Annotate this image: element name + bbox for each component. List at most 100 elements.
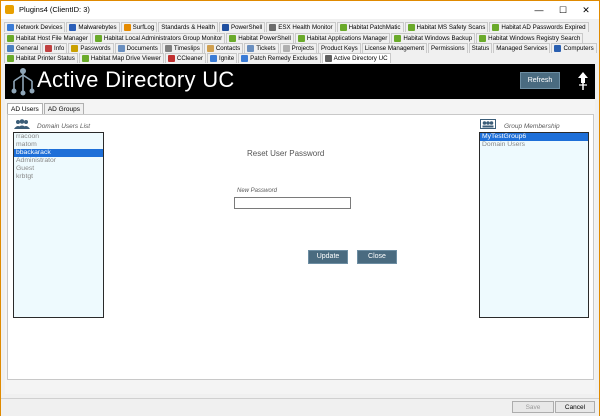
tab-active-directory-uc[interactable]: Active Directory UC	[321, 53, 391, 63]
user-list-item[interactable]: rracoon	[14, 133, 103, 141]
tab-habitat-printer-status[interactable]: Habitat Printer Status	[4, 53, 78, 63]
document-icon	[117, 45, 125, 52]
new-password-label: New Password	[237, 188, 278, 194]
general-icon	[7, 45, 14, 52]
tab-timeslips[interactable]: Timeslips	[161, 43, 203, 53]
tab-habitat-ms-safety-scans[interactable]: Habitat MS Safety Scans	[404, 22, 489, 32]
habitat-icon	[94, 35, 102, 42]
habitat-icon	[394, 35, 402, 42]
tab-habitat-map-drive-viewer[interactable]: Habitat Map Drive Viewer	[78, 53, 164, 63]
habitat-icon	[339, 24, 347, 31]
tab-habitat-windows-backup[interactable]: Habitat Windows Backup	[391, 33, 476, 43]
tab-habitat-host-file-manager[interactable]: Habitat Host File Manager	[4, 33, 91, 43]
malwarebytes-icon	[69, 24, 77, 31]
powershell-icon	[221, 24, 229, 31]
tab-documents[interactable]: Documents	[114, 43, 161, 53]
tab-esx-health-monitor[interactable]: ESX Health Monitor	[266, 22, 336, 32]
tab-license-management[interactable]: License Management	[361, 43, 427, 53]
group-list-item-selected[interactable]: MyTestGroup6	[480, 133, 588, 141]
user-list-item[interactable]: krbtgt	[14, 173, 103, 181]
user-list-item[interactable]: Guest	[14, 165, 103, 173]
patch-icon	[241, 55, 249, 62]
habitat-icon	[81, 55, 89, 62]
habitat-icon	[297, 35, 305, 42]
user-list-item[interactable]: Administrator	[14, 157, 103, 165]
tab-ccleaner[interactable]: CCleaner	[164, 53, 206, 63]
network-icon	[7, 24, 14, 31]
habitat-icon	[407, 24, 415, 31]
esx-icon	[269, 24, 277, 31]
plugin-tab-row-1: Network Devices Malwarebytes SurfLog Sta…	[4, 22, 590, 32]
dialog-footer: Save Cancel	[1, 398, 599, 416]
tab-passwords[interactable]: Passwords	[68, 43, 114, 53]
tab-powershell[interactable]: PowerShell	[218, 22, 266, 32]
tab-malwarebytes[interactable]: Malwarebytes	[66, 22, 120, 32]
user-list-item[interactable]: matom	[14, 141, 103, 149]
habitat-icon	[479, 35, 487, 42]
tab-patch-remedy-excludes[interactable]: Patch Remedy Excludes	[238, 53, 321, 63]
info-icon	[45, 45, 53, 52]
tab-managed-services[interactable]: Managed Services	[493, 43, 551, 53]
tab-habitat-applications-manager[interactable]: Habitat Applications Manager	[294, 33, 391, 43]
tab-permissions[interactable]: Permissions	[427, 43, 468, 53]
save-button[interactable]: Save	[512, 401, 554, 413]
title-bar: Plugins4 (ClientID: 3) — ☐ ✕	[1, 1, 599, 19]
maximize-button[interactable]: ☐	[552, 2, 574, 18]
tab-network-devices[interactable]: Network Devices	[4, 22, 66, 32]
habitat-icon	[7, 55, 14, 62]
clock-icon	[164, 45, 172, 52]
tab-habitat-powershell[interactable]: Habitat PowerShell	[226, 33, 294, 43]
group-list-item[interactable]: Domain Users	[480, 141, 588, 149]
key-icon	[71, 45, 79, 52]
surflog-icon	[123, 24, 131, 31]
tab-general[interactable]: General	[4, 43, 42, 53]
ignite-icon	[210, 55, 217, 62]
domain-users-label: Domain Users List	[37, 123, 91, 130]
group-membership-label: Group Membership	[504, 123, 560, 130]
plugin-title: Active Directory UC	[37, 67, 235, 92]
tab-computers[interactable]: Computers	[551, 43, 597, 53]
close-window-button[interactable]: ✕	[575, 2, 597, 18]
tab-habitat-patchmatic[interactable]: Habitat PatchMatic	[336, 22, 404, 32]
close-button[interactable]: Close	[357, 250, 397, 264]
update-button[interactable]: Update	[308, 250, 348, 264]
tab-info[interactable]: Info	[42, 43, 68, 53]
group-card-icon	[480, 119, 496, 129]
plugin-tab-row-2: Habitat Host File Manager Habitat Local …	[4, 33, 584, 43]
tab-surflog[interactable]: SurfLog	[120, 22, 158, 32]
cancel-button[interactable]: Cancel	[555, 401, 595, 413]
tab-contacts[interactable]: Contacts	[203, 43, 244, 53]
plugin-banner: Active Directory UC Refresh	[5, 64, 595, 99]
domain-users-list[interactable]: rracoon matom bbackarack Administrator G…	[13, 132, 104, 318]
tab-ignite[interactable]: Ignite	[207, 53, 238, 63]
group-membership-list[interactable]: MyTestGroup6 Domain Users	[479, 132, 589, 318]
habitat-icon	[492, 24, 500, 31]
tree-logo-icon	[11, 68, 35, 96]
tab-standards-health[interactable]: Standards & Health	[158, 22, 218, 32]
new-password-field[interactable]	[234, 197, 351, 209]
plugins-window: Plugins4 (ClientID: 3) — ☐ ✕ Network Dev…	[0, 0, 600, 416]
directory-icon	[324, 55, 332, 62]
pin-icon[interactable]	[576, 71, 590, 91]
window-title: Plugins4 (ClientID: 3)	[19, 5, 90, 14]
tab-habitat-local-admins-monitor[interactable]: Habitat Local Administrators Group Monit…	[91, 33, 226, 43]
tab-habitat-ad-passwords-expired[interactable]: Habitat AD Passwords Expired	[489, 22, 589, 32]
tab-projects[interactable]: Projects	[279, 43, 317, 53]
refresh-button[interactable]: Refresh	[520, 72, 560, 89]
ccleaner-icon	[167, 55, 175, 62]
computer-icon	[554, 45, 562, 52]
app-icon	[5, 5, 14, 14]
habitat-icon	[229, 35, 237, 42]
reset-password-heading: Reset User Password	[247, 149, 325, 158]
plugin-tab-row-3: General Info Passwords Documents Timesli…	[4, 43, 598, 53]
tab-tickets[interactable]: Tickets	[244, 43, 279, 53]
users-icon	[14, 119, 30, 129]
habitat-icon	[7, 35, 14, 42]
contacts-icon	[206, 45, 214, 52]
ticket-icon	[247, 45, 255, 52]
minimize-button[interactable]: —	[528, 2, 550, 18]
tab-status[interactable]: Status	[468, 43, 493, 53]
tab-product-keys[interactable]: Product Keys	[317, 43, 361, 53]
user-list-item-selected[interactable]: bbackarack	[14, 149, 103, 157]
tab-habitat-windows-registry-search[interactable]: Habitat Windows Registry Search	[476, 33, 584, 43]
